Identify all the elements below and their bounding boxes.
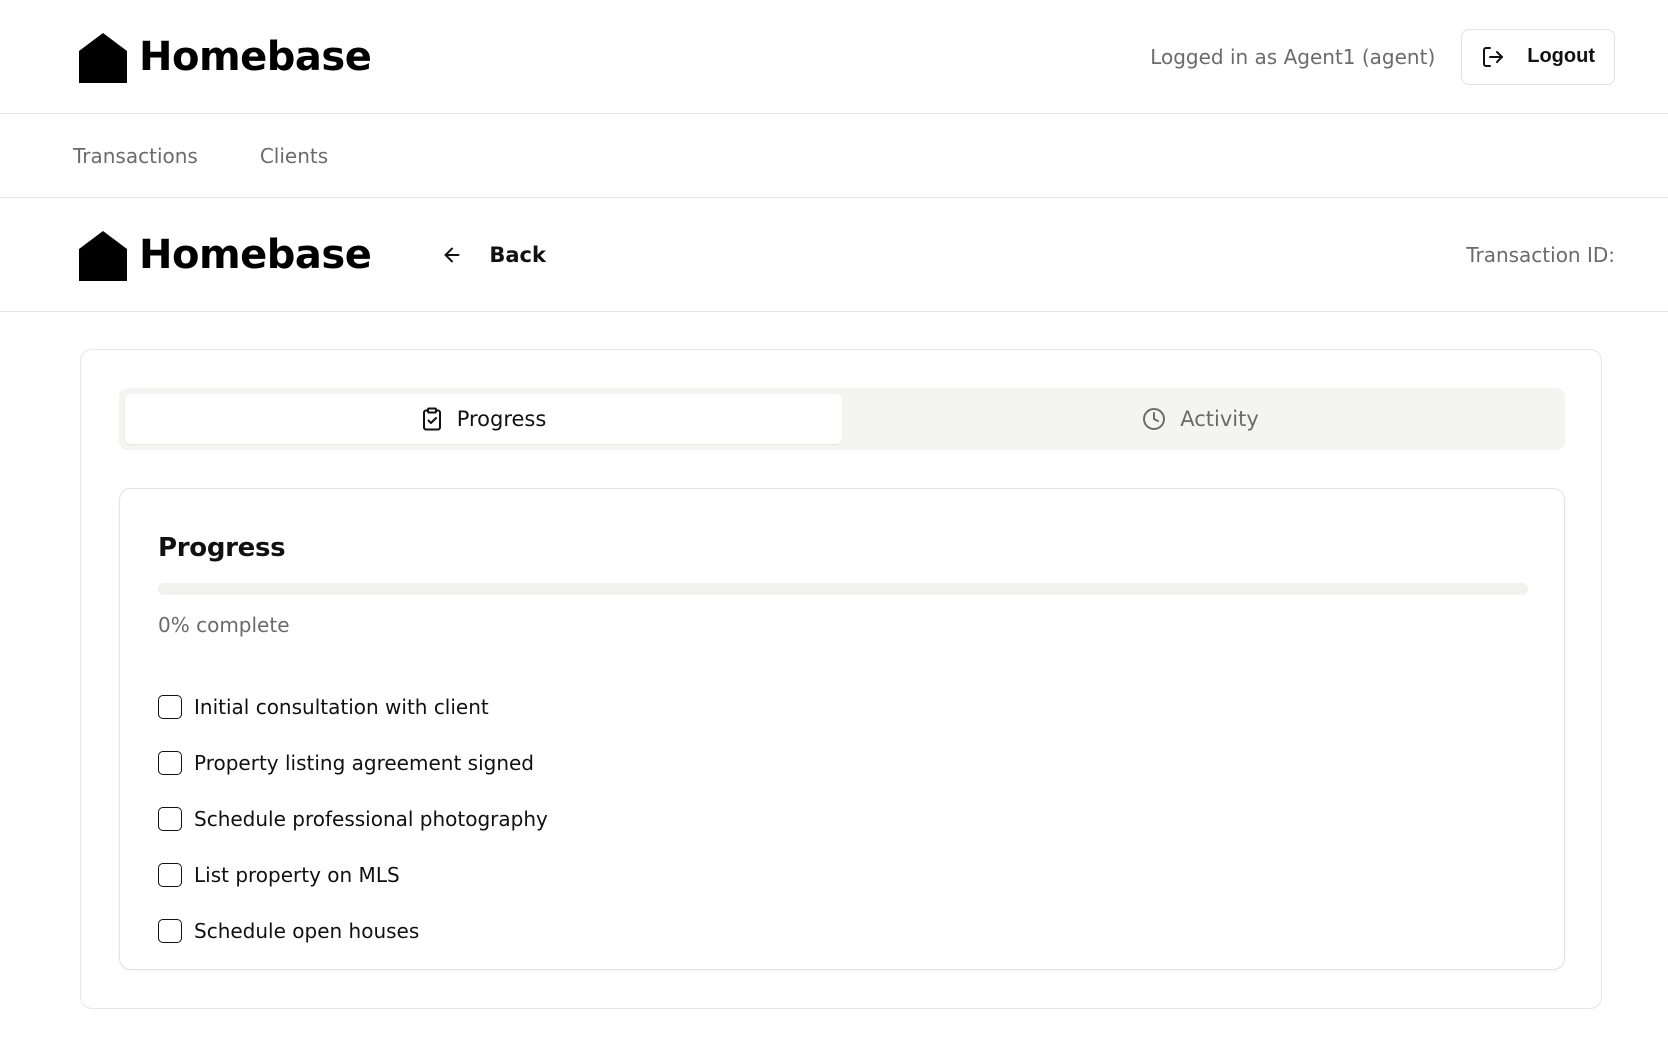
checklist-checkbox[interactable] <box>158 919 182 943</box>
progress-panel: Progress 0% complete Initial consultatio… <box>119 488 1565 970</box>
progress-bar <box>158 583 1528 595</box>
header-actions: Logged in as Agent1 (agent) Logout <box>1150 28 1615 85</box>
nav-transactions[interactable]: Transactions <box>73 144 198 168</box>
checklist-checkbox[interactable] <box>158 751 182 775</box>
tab-activity-label: Activity <box>1180 407 1259 431</box>
logout-button[interactable]: Logout <box>1461 28 1615 85</box>
checklist-item: Schedule professional photography <box>158 791 548 847</box>
brand-name: Homebase <box>139 231 372 278</box>
logged-in-user: Logged in as Agent1 (agent) <box>1150 44 1436 69</box>
back-button[interactable]: Back <box>441 243 546 267</box>
brand-logo-secondary[interactable]: Homebase <box>77 229 372 281</box>
clipboard-check-icon <box>422 407 441 431</box>
checklist-item-label: Initial consultation with client <box>194 695 489 719</box>
checklist-item-label: List property on MLS <box>194 863 400 887</box>
checklist-checkbox[interactable] <box>158 807 182 831</box>
nav-clients[interactable]: Clients <box>260 144 328 168</box>
arrow-left-icon <box>444 247 460 262</box>
checklist-item: Schedule open houses <box>158 903 548 959</box>
brand-name: Homebase <box>139 33 372 80</box>
tab-progress-label: Progress <box>456 407 547 431</box>
checklist-item: Initial consultation with client <box>158 679 548 735</box>
progress-heading: Progress <box>158 533 286 563</box>
checklist-item: List property on MLS <box>158 847 548 903</box>
transaction-detail-card: Progress Activity Progress 0% complete I… <box>80 349 1602 1009</box>
transaction-id-label: Transaction ID: <box>1466 242 1615 267</box>
checklist-item-label: Schedule open houses <box>194 919 420 943</box>
main-nav: Transactions Clients <box>0 114 1668 198</box>
back-label: Back <box>489 242 546 267</box>
logout-label: Logout <box>1527 45 1595 67</box>
checklist: Initial consultation with client Propert… <box>158 679 548 959</box>
checklist-checkbox[interactable] <box>158 863 182 887</box>
brand-logo[interactable]: Homebase <box>77 31 372 83</box>
checklist-checkbox[interactable] <box>158 695 182 719</box>
logout-icon <box>1483 46 1504 67</box>
house-icon <box>79 230 127 281</box>
tab-list: Progress Activity <box>119 388 1565 450</box>
transaction-header: Homebase Back Transaction ID: <box>0 198 1668 312</box>
top-header: Homebase Logged in as Agent1 (agent) Log… <box>0 0 1668 114</box>
tab-activity[interactable]: Activity <box>842 394 1559 444</box>
checklist-item-label: Property listing agreement signed <box>194 751 534 775</box>
clock-icon <box>1143 408 1166 430</box>
checklist-item-label: Schedule professional photography <box>194 807 548 831</box>
checklist-item: Property listing agreement signed <box>158 735 548 791</box>
progress-status: 0% complete <box>158 613 290 637</box>
house-icon <box>79 32 127 83</box>
tab-progress[interactable]: Progress <box>125 394 842 444</box>
